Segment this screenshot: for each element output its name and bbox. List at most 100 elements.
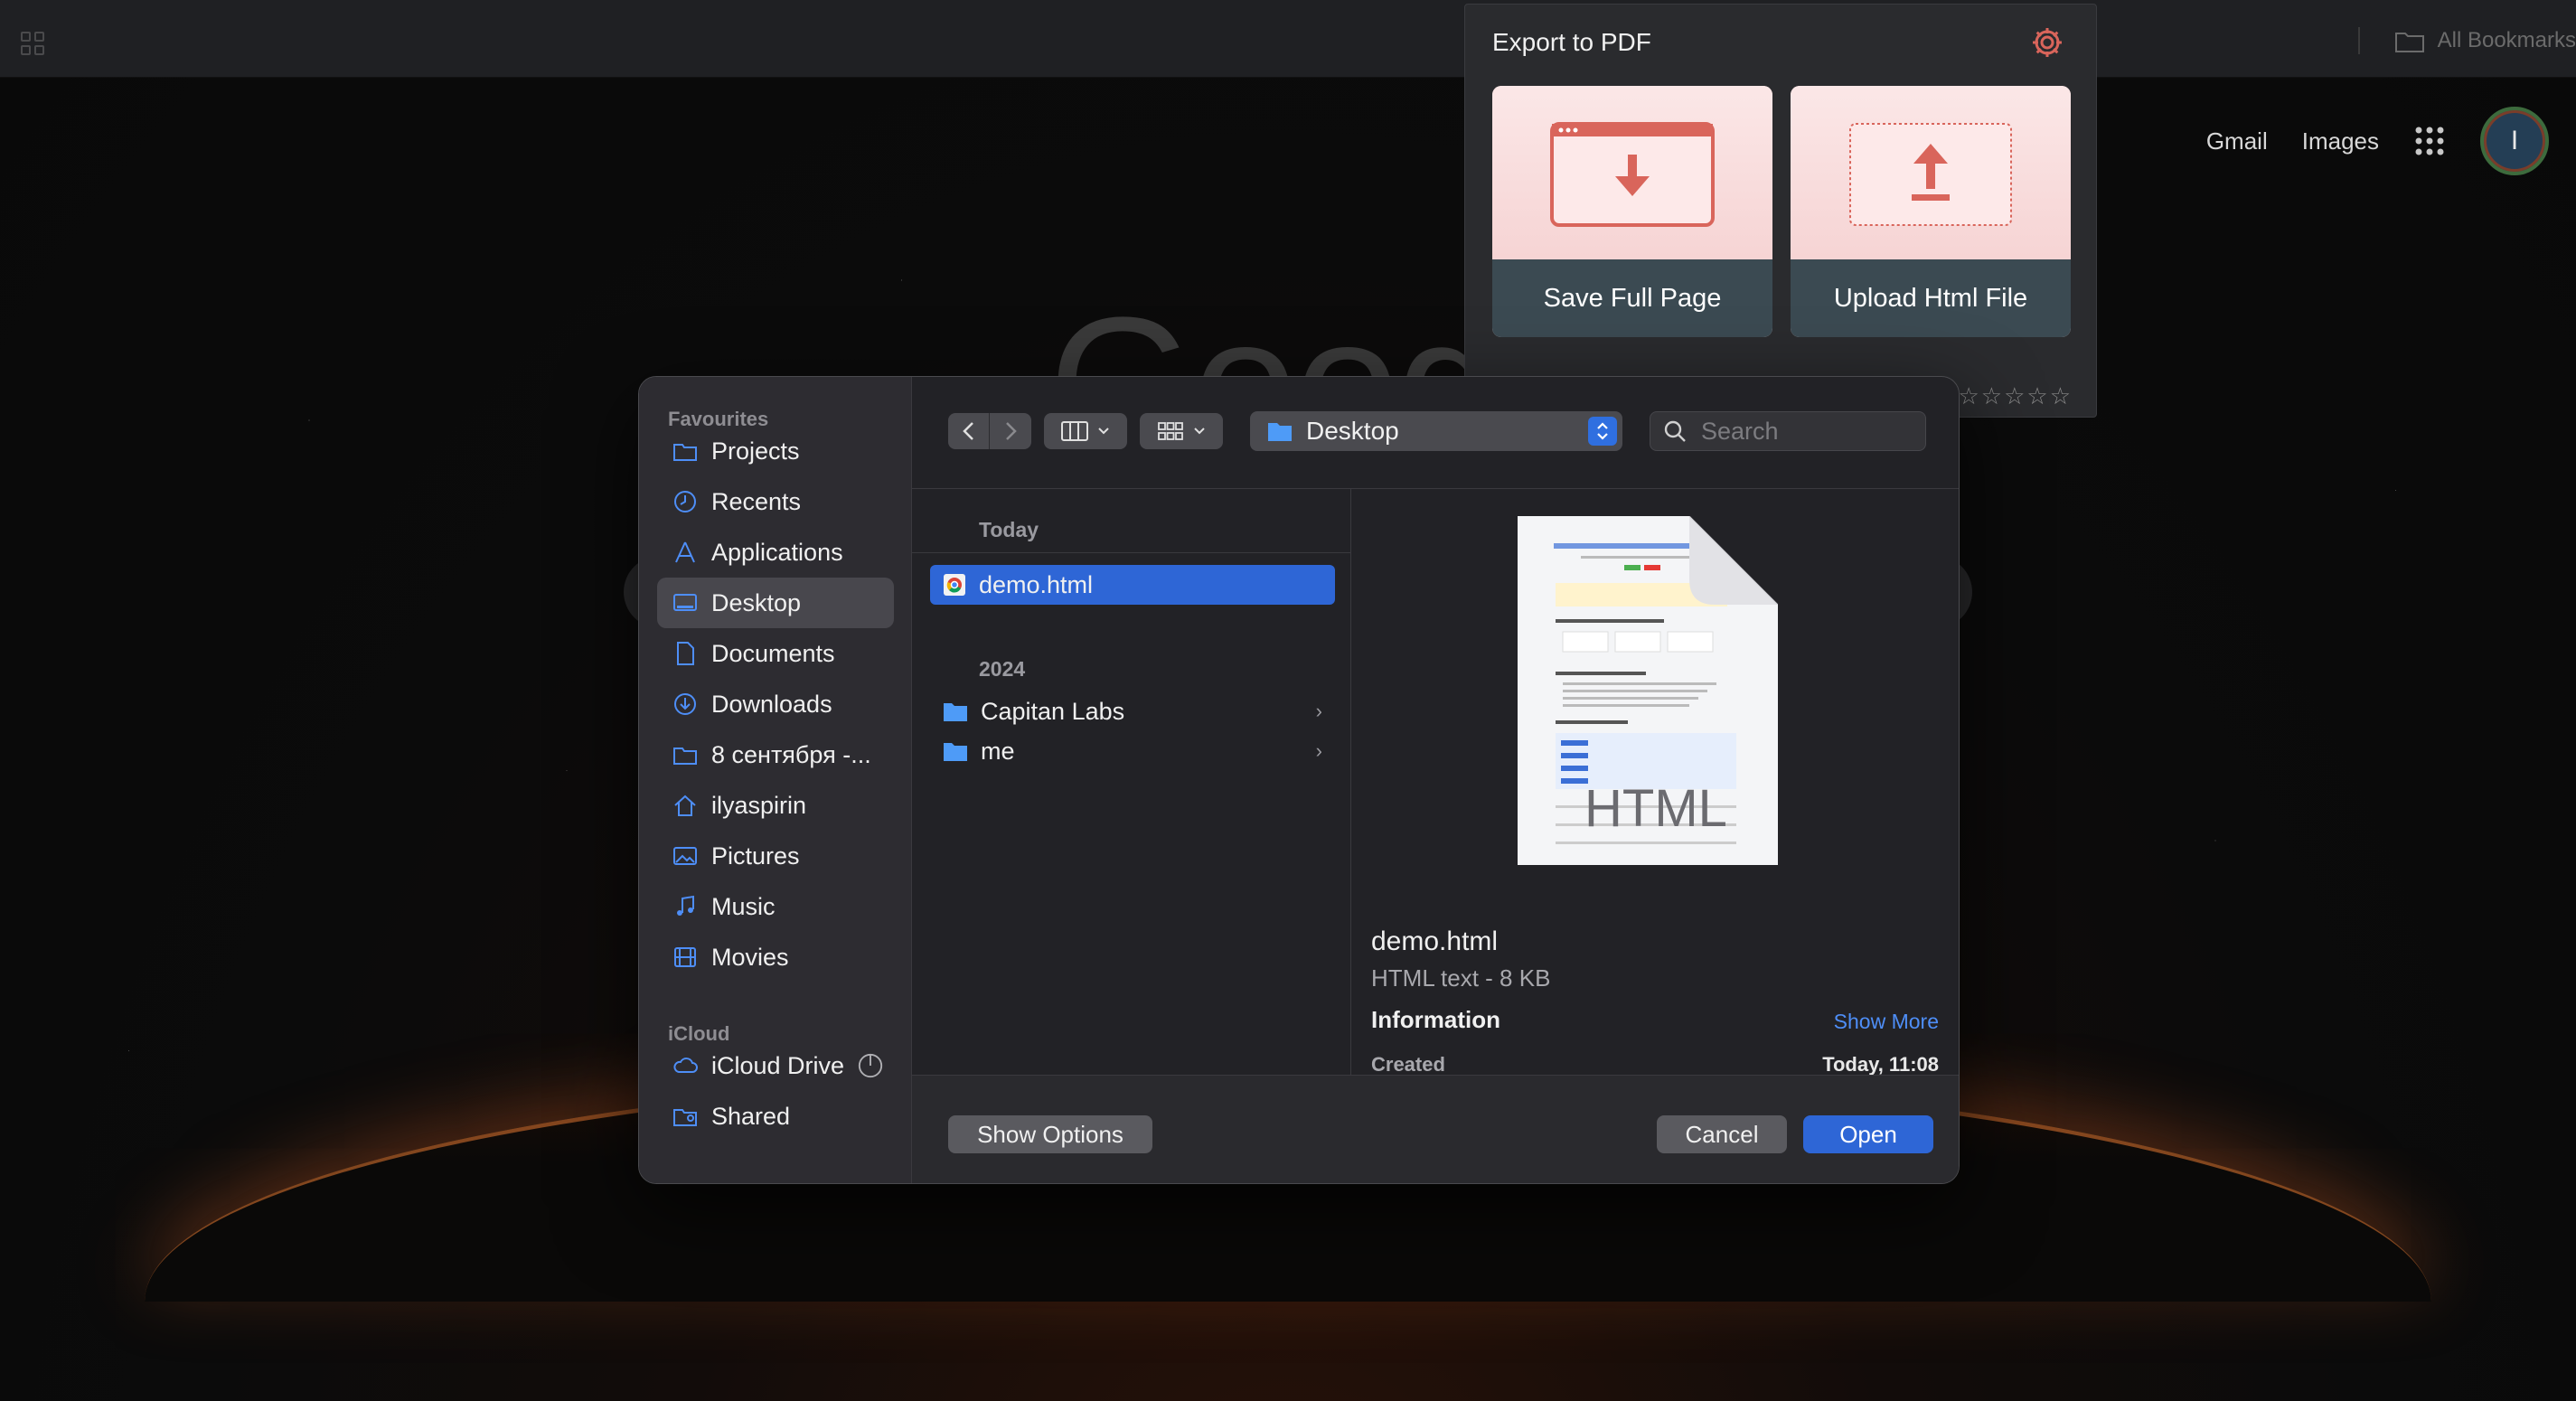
view-mode-button[interactable] <box>1044 413 1127 449</box>
rating-stars[interactable]: ☆☆☆☆☆ <box>1958 382 2073 410</box>
search-input[interactable] <box>1699 416 1916 447</box>
sync-progress-icon <box>858 1053 883 1078</box>
folder-icon <box>673 444 697 461</box>
applications-icon <box>675 541 695 563</box>
dialog-sidebar: Favourites Projects Recents Applications… <box>639 377 912 1183</box>
thumbnail-type-label: HTML <box>1584 779 1727 838</box>
group-title-2024: 2024 <box>979 657 1026 681</box>
avatar[interactable]: I <box>2480 107 2549 175</box>
dialog-footer: Show Options Cancel Open <box>912 1075 1959 1183</box>
images-link[interactable]: Images <box>2302 127 2379 155</box>
bookmarks-divider <box>2357 27 2360 54</box>
back-forward-buttons <box>948 413 1031 449</box>
shared-folder-icon <box>673 1109 697 1126</box>
forward-button[interactable] <box>990 413 1031 449</box>
sidebar-item-icloud-drive[interactable]: iCloud Drive <box>657 1040 894 1091</box>
sidebar-item-pictures[interactable]: Pictures <box>657 831 894 881</box>
page: All Bookmarks Gmail Images I Googl Expor… <box>0 0 2576 1401</box>
folder-name: Capitan Labs <box>981 697 1125 725</box>
sidebar-item-applications[interactable]: Applications <box>657 527 894 578</box>
show-more-link[interactable]: Show More <box>1834 1010 1939 1034</box>
group-by-button[interactable] <box>1140 413 1223 449</box>
sidebar-item-documents[interactable]: Documents <box>657 628 894 679</box>
sidebar-item-recents[interactable]: Recents <box>657 476 894 527</box>
sidebar-item-movies[interactable]: Movies <box>657 932 894 983</box>
sidebar-item-label: Recents <box>711 487 802 515</box>
pictures-icon <box>673 847 697 865</box>
upload-html-file-button[interactable]: Upload Html File <box>1791 86 2071 337</box>
gmail-link[interactable]: Gmail <box>2206 127 2268 155</box>
cancel-button[interactable]: Cancel <box>1657 1115 1787 1153</box>
grid-group-icon <box>1158 422 1183 440</box>
cloud-icon <box>673 1058 698 1073</box>
search-icon <box>1664 420 1686 442</box>
apps-grid-icon[interactable] <box>20 31 45 56</box>
upload-html-file-label: Upload Html File <box>1791 259 2071 337</box>
preview-file-name: demo.html <box>1371 926 1499 956</box>
sidebar-item-shared[interactable]: Shared <box>657 1091 894 1142</box>
sidebar-item-folder-september[interactable]: 8 сентября -... <box>657 729 894 780</box>
folder-icon <box>673 748 697 765</box>
dialog-toolbar: Desktop <box>912 377 1959 489</box>
download-arrow-icon <box>1550 122 1715 227</box>
folder-row-me[interactable]: me › <box>930 731 1335 771</box>
sidebar-item-label: Documents <box>711 639 835 667</box>
open-button[interactable]: Open <box>1803 1115 1933 1153</box>
file-list-column: Today demo.html 2024 Capitan Labs › me › <box>912 489 1351 1075</box>
upload-file-illustration <box>1791 86 2071 259</box>
back-button[interactable] <box>948 413 990 449</box>
file-name: demo.html <box>979 570 1094 598</box>
search-field[interactable] <box>1650 411 1926 451</box>
settings-gear-icon[interactable] <box>2029 24 2065 61</box>
sidebar-item-downloads[interactable]: Downloads <box>657 679 894 729</box>
export-to-pdf-popup: Export to PDF Save Full Page Upload Html… <box>1464 4 2097 418</box>
sidebar-item-home[interactable]: ilyaspirin <box>657 780 894 831</box>
sidebar-item-music[interactable]: Music <box>657 881 894 932</box>
chevron-right-icon: › <box>1315 700 1322 722</box>
group-divider <box>912 552 1351 553</box>
movies-icon <box>674 947 696 967</box>
home-icon <box>674 795 696 816</box>
sidebar-item-label: Shared <box>711 1102 791 1130</box>
folder-icon <box>1268 423 1292 441</box>
save-page-illustration <box>1492 86 1772 259</box>
location-label: Desktop <box>1306 417 1399 445</box>
file-open-dialog: Favourites Projects Recents Applications… <box>638 376 1960 1184</box>
file-row-demo-html[interactable]: demo.html <box>930 565 1335 605</box>
group-title-today: Today <box>979 518 1039 541</box>
folder-name: me <box>981 737 1015 765</box>
sidebar-item-label: Projects <box>711 437 800 465</box>
information-heading: Information <box>1371 1006 1500 1033</box>
clock-icon <box>674 491 696 512</box>
created-label: Created <box>1371 1053 1445 1076</box>
sidebar-item-label: Movies <box>711 943 789 971</box>
folder-row-capitan-labs[interactable]: Capitan Labs › <box>930 691 1335 731</box>
show-options-button[interactable]: Show Options <box>948 1115 1152 1153</box>
created-value: Today, 11:08 <box>1822 1053 1939 1076</box>
desktop-icon <box>673 594 697 611</box>
chrome-html-file-icon <box>944 574 965 596</box>
sidebar-item-label: iCloud Drive <box>711 1051 845 1079</box>
chevron-down-icon <box>1098 428 1109 435</box>
sidebar-item-label: ilyaspirin <box>711 791 807 819</box>
popup-title: Export to PDF <box>1492 28 1651 56</box>
sidebar-item-label: Desktop <box>711 588 802 616</box>
sidebar-item-projects[interactable]: Projects <box>657 426 894 476</box>
file-preview-pane: HTML demo.html HTML text - 8 KB Informat… <box>1351 489 1959 1076</box>
folder-icon <box>944 703 967 721</box>
google-header: Gmail Images I <box>2206 107 2549 175</box>
sidebar-item-label: Pictures <box>711 842 800 870</box>
all-bookmarks[interactable]: All Bookmarks <box>2357 27 2576 54</box>
google-apps-icon[interactable] <box>2413 125 2446 157</box>
location-stepper-icon <box>1588 417 1617 446</box>
sidebar-item-label: Music <box>711 892 776 920</box>
sidebar-item-label: 8 сентября -... <box>711 740 871 768</box>
location-popup[interactable]: Desktop <box>1250 411 1622 451</box>
all-bookmarks-label: All Bookmarks <box>2437 28 2576 52</box>
columns-view-icon <box>1061 421 1088 441</box>
save-full-page-button[interactable]: Save Full Page <box>1492 86 1772 337</box>
folder-icon <box>944 743 967 761</box>
browser-bookmarks-bar: All Bookmarks <box>0 0 2576 78</box>
chevron-down-icon <box>1194 428 1205 435</box>
sidebar-item-desktop[interactable]: Desktop <box>657 578 894 628</box>
